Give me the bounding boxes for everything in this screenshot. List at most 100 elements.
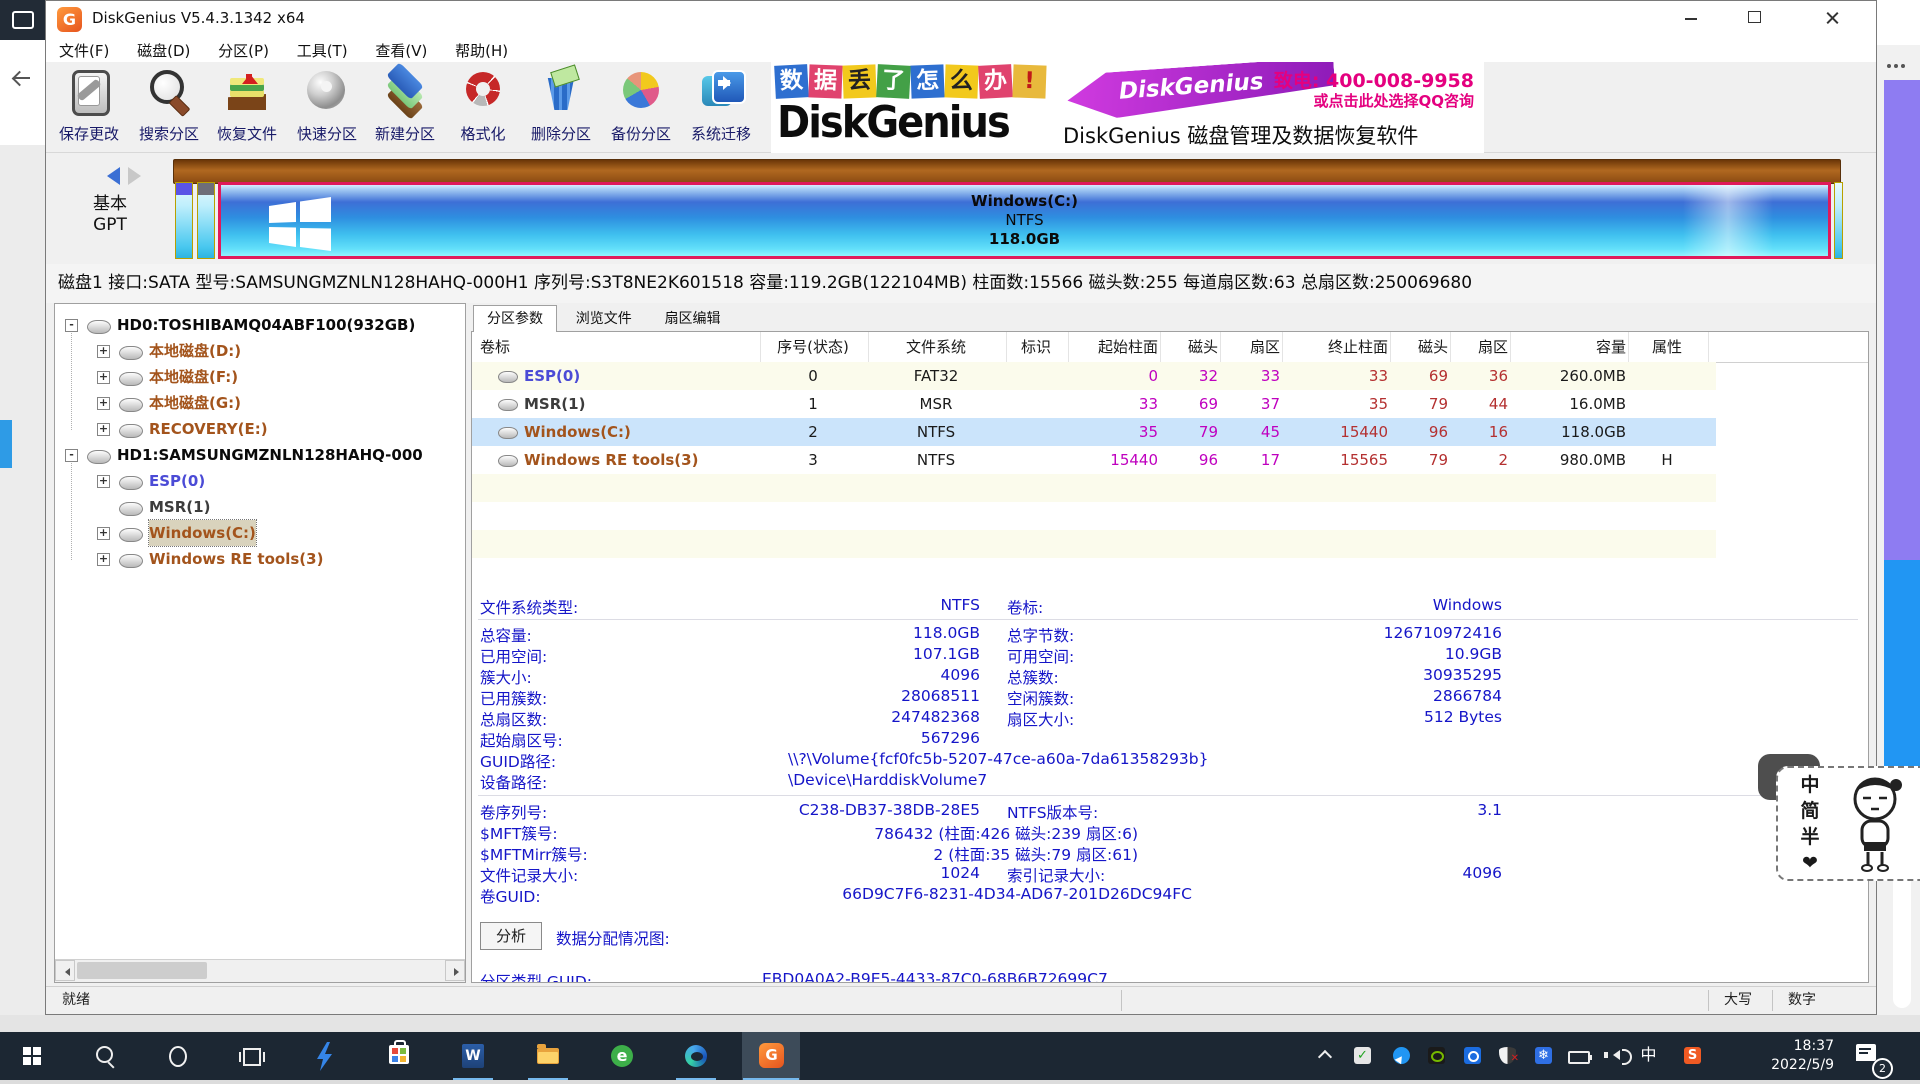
flash-app-button[interactable] [300, 1032, 348, 1080]
header-start-head[interactable]: 磁头 [1160, 332, 1218, 362]
action-center-icon[interactable] [1856, 1044, 1876, 1061]
ad-banner[interactable]: 数据丢了怎么办! DiskGenius 致电: 400-008-9958 或点击… [771, 62, 1484, 153]
start-button[interactable] [8, 1032, 56, 1080]
save-changes-button[interactable]: 保存更改 [50, 64, 128, 150]
cortana-button[interactable] [154, 1032, 202, 1080]
tab-sector-edit[interactable]: 扇区编辑 [651, 305, 735, 332]
collapse-icon[interactable]: - [65, 319, 78, 332]
header-capacity[interactable]: 容量 [1510, 332, 1626, 362]
tree-item-local-g[interactable]: + 本地磁盘(G:) [55, 390, 465, 416]
menu-view[interactable]: 查看(V) [365, 38, 437, 63]
tree-item-windows-re[interactable]: + Windows RE tools(3) [55, 546, 465, 572]
browser-360-button[interactable]: e [598, 1032, 646, 1080]
back-arrow-icon[interactable] [14, 70, 32, 88]
prev-disk-arrow-icon[interactable] [98, 167, 120, 185]
tray-antivirus-icon[interactable]: ✓ [1354, 1047, 1371, 1064]
partition-block-msr[interactable] [197, 182, 215, 259]
tray-ime-icon[interactable]: 中 [1640, 1046, 1657, 1063]
expand-icon[interactable]: + [97, 553, 110, 566]
expand-icon[interactable]: + [97, 345, 110, 358]
disk-header-bar[interactable] [173, 159, 1841, 184]
menu-partition[interactable]: 分区(P) [208, 38, 279, 63]
tree-item-esp[interactable]: + ESP(0) [55, 468, 465, 494]
header-start-sector[interactable]: 扇区 [1220, 332, 1280, 362]
tray-snowflake-icon[interactable]: ❄ [1535, 1047, 1552, 1064]
tree-horizontal-scrollbar[interactable] [55, 959, 465, 982]
search-partition-button[interactable]: 搜索分区 [130, 64, 208, 150]
ime-halfwidth-mode[interactable]: 半 [1798, 824, 1822, 850]
partition-block-windows-c[interactable]: Windows(C:) NTFS 118.0GB [218, 182, 1831, 259]
menu-help[interactable]: 帮助(H) [445, 38, 518, 63]
ime-cn-mode[interactable]: 中 [1798, 772, 1822, 798]
expand-icon[interactable]: + [97, 397, 110, 410]
maximize-button[interactable] [1731, 1, 1777, 35]
table-row-windows-c-selected[interactable]: Windows(C:) 2 NTFS 35 79 45 15440 96 16 … [472, 418, 1716, 446]
scroll-left-button[interactable] [55, 960, 75, 981]
table-row-esp[interactable]: ESP(0) 0 FAT32 0 32 33 33 69 36 260.0MB [472, 362, 1716, 390]
header-end-head[interactable]: 磁头 [1390, 332, 1448, 362]
close-button[interactable] [1809, 1, 1855, 35]
tray-nvidia-icon[interactable] [1428, 1047, 1445, 1064]
recover-files-button[interactable]: 恢复文件 [208, 64, 286, 150]
edge-button[interactable] [672, 1032, 720, 1080]
tray-sogou-icon[interactable]: S [1684, 1047, 1701, 1064]
quick-partition-button[interactable]: 快速分区 [288, 64, 366, 150]
tab-partition-params[interactable]: 分区参数 [473, 305, 557, 332]
header-end-cyl[interactable]: 终止柱面 [1282, 332, 1388, 362]
tree-item-local-d[interactable]: + 本地磁盘(D:) [55, 338, 465, 364]
next-disk-arrow-icon[interactable] [128, 167, 150, 185]
scroll-right-button[interactable] [445, 960, 465, 981]
collapse-icon[interactable]: - [65, 449, 78, 462]
table-row-windows-re[interactable]: Windows RE tools(3) 3 NTFS 15440 96 17 1… [472, 446, 1716, 474]
word-button[interactable]: W [449, 1032, 497, 1080]
ime-status-panel[interactable]: 中 简 半 ❤ [1776, 766, 1920, 881]
taskbar-clock[interactable]: 18:37 2022/5/9 [1722, 1037, 1834, 1075]
format-button[interactable]: 格式化 [444, 64, 522, 150]
scroll-thumb[interactable] [77, 962, 207, 979]
analyze-button[interactable]: 分析 [480, 922, 542, 950]
header-no-status[interactable]: 序号(状态) [760, 332, 866, 362]
tree-item-windows-c[interactable]: + Windows(C:) [55, 520, 465, 546]
header-volume[interactable]: 卷标 [480, 332, 758, 362]
table-row-msr[interactable]: MSR(1) 1 MSR 33 69 37 35 79 44 16.0MB [472, 390, 1716, 418]
expand-icon[interactable]: + [97, 423, 110, 436]
header-start-cyl[interactable]: 起始柱面 [1068, 332, 1158, 362]
tray-intel-icon[interactable] [1464, 1047, 1481, 1064]
task-view-button[interactable] [227, 1032, 275, 1080]
new-partition-button[interactable]: 新建分区 [366, 64, 444, 150]
header-end-sector[interactable]: 扇区 [1450, 332, 1508, 362]
tray-battery-icon[interactable] [1568, 1051, 1590, 1064]
tree-item-msr[interactable]: MSR(1) [55, 494, 465, 520]
tray-overflow-icon[interactable] [1318, 1050, 1332, 1064]
file-explorer-button[interactable] [524, 1032, 572, 1080]
expand-icon[interactable]: + [97, 527, 110, 540]
header-filesystem[interactable]: 文件系统 [868, 332, 1004, 362]
tree-item-recovery-e[interactable]: + RECOVERY(E:) [55, 416, 465, 442]
taskbar-search-button[interactable] [81, 1032, 129, 1080]
header-attr[interactable]: 属性 [1628, 332, 1706, 362]
expand-icon[interactable]: + [97, 475, 110, 488]
tray-thunder-icon[interactable] [1393, 1047, 1410, 1064]
menu-disk[interactable]: 磁盘(D) [127, 38, 200, 63]
minimize-button[interactable] [1668, 1, 1714, 35]
store-button[interactable] [375, 1032, 423, 1080]
header-flag[interactable]: 标识 [1006, 332, 1066, 362]
delete-partition-button[interactable]: 删除分区 [522, 64, 600, 150]
partition-block-esp[interactable] [175, 182, 193, 259]
tree-item-hd0[interactable]: - HD0:TOSHIBAMQ04ABF100(932GB) [55, 312, 465, 338]
tree-item-local-f[interactable]: + 本地磁盘(F:) [55, 364, 465, 390]
tray-security-shield-icon[interactable] [1499, 1047, 1516, 1064]
tab-browse-files[interactable]: 浏览文件 [562, 305, 646, 332]
menu-file[interactable]: 文件(F) [49, 38, 119, 63]
ime-simplified-mode[interactable]: 简 [1798, 798, 1822, 824]
diskgenius-taskbar-button[interactable]: G [742, 1032, 800, 1080]
background-app-corner[interactable] [0, 0, 45, 40]
ad-qq-link[interactable]: 或点击此处选择QQ咨询 [1313, 90, 1474, 111]
system-migrate-button[interactable]: 系统迁移 [682, 64, 760, 150]
expand-icon[interactable]: + [97, 371, 110, 384]
backup-partition-button[interactable]: 备份分区 [602, 64, 680, 150]
more-icon[interactable] [1887, 64, 1891, 68]
ime-heart-icon[interactable]: ❤ [1798, 850, 1822, 876]
tray-speaker-icon[interactable] [1608, 1050, 1620, 1060]
tree-item-hd1[interactable]: - HD1:SAMSUNGMZNLN128HAHQ-000 [55, 442, 465, 468]
